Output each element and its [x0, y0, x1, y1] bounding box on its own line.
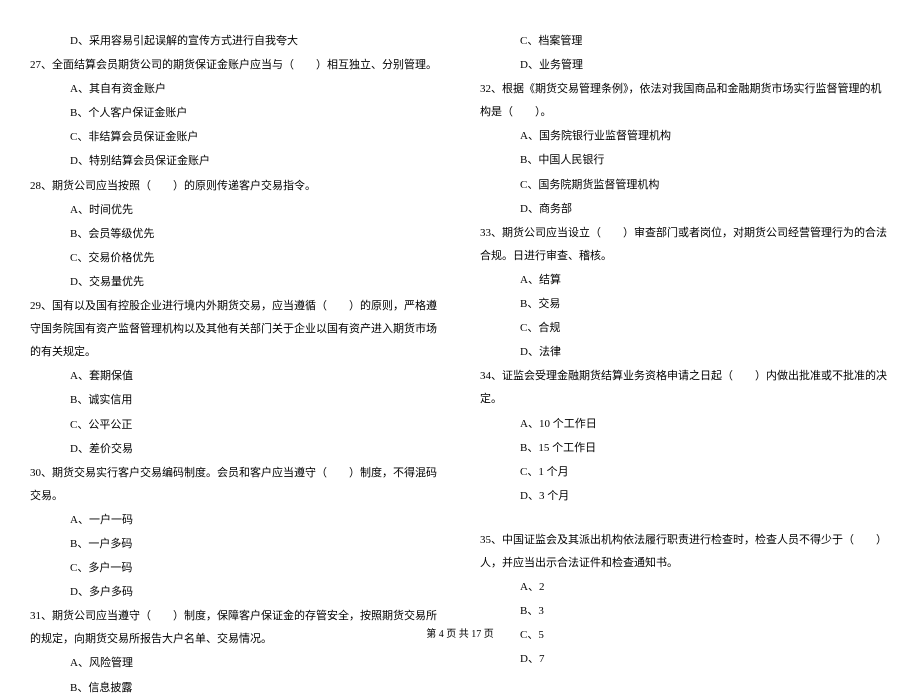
answer-option: B、会员等级优先 [30, 223, 440, 246]
question-text: 34、证监会受理金融期货结算业务资格申请之日起（ ）内做出批准或不批准的决定。 [480, 365, 890, 411]
question-text: 33、期货公司应当设立（ ）审查部门或者岗位，对期货公司经营管理行为的合法合规。… [480, 222, 890, 268]
answer-option: B、15 个工作日 [480, 437, 890, 460]
answer-option: C、1 个月 [480, 461, 890, 484]
answer-option: C、国务院期货监督管理机构 [480, 174, 890, 197]
answer-option: A、套期保值 [30, 365, 440, 388]
answer-option: C、公平公正 [30, 414, 440, 437]
answer-option: A、国务院银行业监督管理机构 [480, 125, 890, 148]
question-text: 30、期货交易实行客户交易编码制度。会员和客户应当遵守（ ）制度，不得混码交易。 [30, 462, 440, 508]
answer-option: A、时间优先 [30, 199, 440, 222]
answer-option: C、多户一码 [30, 557, 440, 580]
document-content: D、采用容易引起误解的宣传方式进行自我夸大27、全面结算会员期货公司的期货保证金… [30, 30, 890, 610]
answer-option: B、个人客户保证金账户 [30, 102, 440, 125]
page-footer: 第 4 页 共 17 页 [0, 625, 920, 640]
answer-option: A、风险管理 [30, 652, 440, 675]
answer-option: B、一户多码 [30, 533, 440, 556]
answer-option: A、一户一码 [30, 509, 440, 532]
answer-option: D、7 [480, 648, 890, 671]
answer-option: B、中国人民银行 [480, 149, 890, 172]
answer-option: D、业务管理 [480, 54, 890, 77]
answer-option: A、其自有资金账户 [30, 78, 440, 101]
answer-option: D、3 个月 [480, 485, 890, 508]
answer-option: D、商务部 [480, 198, 890, 221]
question-text: 28、期货公司应当按照（ ）的原则传递客户交易指令。 [30, 175, 440, 198]
question-text: 29、国有以及国有控股企业进行境内外期货交易，应当遵循（ ）的原则，严格遵守国务… [30, 295, 440, 364]
answer-option: D、交易量优先 [30, 271, 440, 294]
question-text: 27、全面结算会员期货公司的期货保证金账户应当与（ ）相互独立、分别管理。 [30, 54, 440, 77]
answer-option: B、诚实信用 [30, 389, 440, 412]
right-column: C、档案管理D、业务管理32、根据《期货交易管理条例》，依法对我国商品和金融期货… [480, 30, 890, 610]
answer-option: B、3 [480, 600, 890, 623]
question-text: 35、中国证监会及其派出机构依法履行职责进行检查时，检查人员不得少于（ ）人，并… [480, 529, 890, 575]
question-text: 32、根据《期货交易管理条例》，依法对我国商品和金融期货市场实行监督管理的机构是… [480, 78, 890, 124]
answer-option: D、差价交易 [30, 438, 440, 461]
answer-option: C、档案管理 [480, 30, 890, 53]
answer-option: D、法律 [480, 341, 890, 364]
answer-option: D、多户多码 [30, 581, 440, 604]
answer-option: A、结算 [480, 269, 890, 292]
answer-option: D、采用容易引起误解的宣传方式进行自我夸大 [30, 30, 440, 53]
answer-option: C、合规 [480, 317, 890, 340]
answer-option: A、10 个工作日 [480, 413, 890, 436]
answer-option: C、交易价格优先 [30, 247, 440, 270]
answer-option: A、2 [480, 576, 890, 599]
left-column: D、采用容易引起误解的宣传方式进行自我夸大27、全面结算会员期货公司的期货保证金… [30, 30, 440, 610]
answer-option: C、非结算会员保证金账户 [30, 126, 440, 149]
answer-option: B、信息披露 [30, 677, 440, 700]
answer-option: D、特别结算会员保证金账户 [30, 150, 440, 173]
answer-option: B、交易 [480, 293, 890, 316]
